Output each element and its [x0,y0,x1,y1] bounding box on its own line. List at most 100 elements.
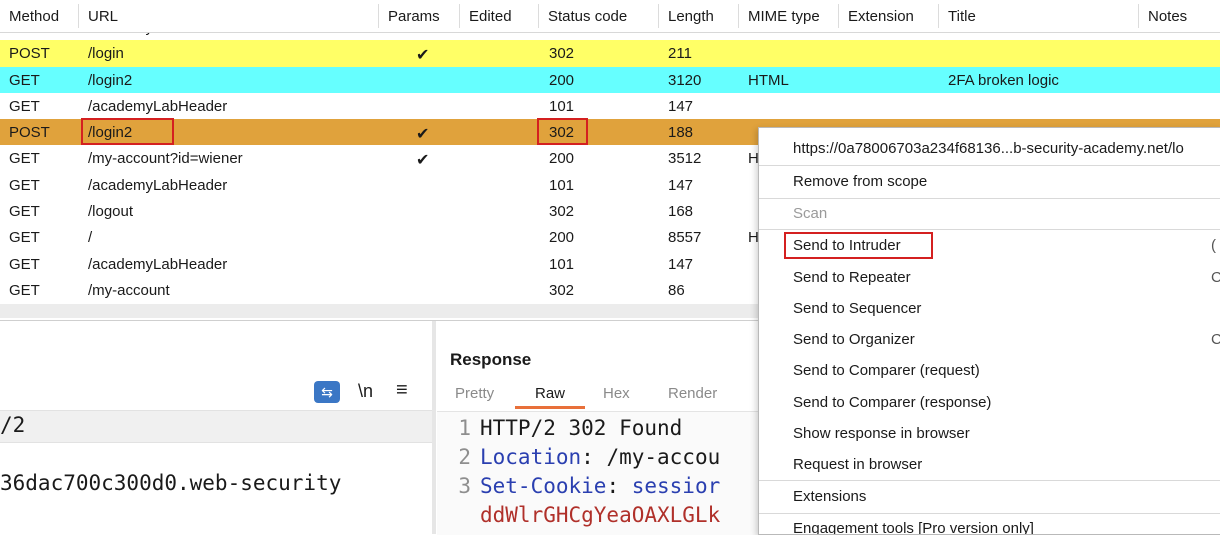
cell-url: /my-account [88,281,170,299]
menu-item-send-to-organizer[interactable]: Send to Organizer [793,331,915,348]
column-divider [738,4,739,28]
request-pane: ⇆ \n ≡ /2 36dac700c300d0.web-security [0,321,432,534]
cell-method: GET [9,229,40,247]
header-value: /my-accou [606,445,721,469]
newline-icon[interactable]: \n [358,381,373,402]
tab-hex[interactable]: Hex [603,385,630,402]
menu-item-send-to-sequencer[interactable]: Send to Sequencer [793,300,921,317]
cell-length: 3512 [668,150,702,168]
cell-url: /logout [88,203,134,221]
column-divider [1138,4,1139,28]
menu-item-show-response-in-browser[interactable]: Show response in browser [793,425,970,442]
cell-status: 200 [549,71,575,89]
wrap-lines-icon[interactable]: ⇆ [314,381,340,403]
column-divider [538,4,539,28]
menu-separator [759,513,1220,514]
column-header-title[interactable]: Title [948,8,976,25]
cell-url: / [88,229,93,247]
cell-url: /academyLabHeader [88,255,228,273]
params-check-icon: ✔ [416,152,430,170]
column-header-status-code[interactable]: Status code [548,8,627,25]
cell-title: 2FA broken logic [948,71,1059,89]
column-header-edited[interactable]: Edited [469,8,512,25]
cell-status: 101 [549,255,575,273]
menu-item-send-to-repeater[interactable]: Send to Repeater [793,269,911,286]
cell-length: 168 [668,203,694,221]
cell-status: 200 [549,229,575,247]
cell-length: 147 [668,97,694,115]
column-divider [838,4,839,28]
request-line[interactable]: /2 [0,410,432,443]
column-header-extension[interactable]: Extension [848,8,914,25]
response-title: Response [450,350,532,369]
cell-length: 211 [668,45,692,63]
column-divider [938,4,939,28]
cell-length: 8557 [668,229,702,247]
cell-url: /academyLabHeader [88,176,228,194]
menu-separator [759,165,1220,166]
line-number: 3 [458,474,471,498]
cell-method: GET [9,203,40,221]
cell-status: 302 [549,281,575,299]
header-separator: : [606,474,632,498]
menu-item-send-to-comparer-response[interactable]: Send to Comparer (response) [793,394,991,411]
header-value: sessior [631,474,721,498]
cell-length: 147 [668,255,694,273]
column-header-length[interactable]: Length [668,8,714,25]
cell-status: 302 [549,203,575,221]
context-menu: https://0a78006703a234f68136...b-securit… [758,127,1220,535]
header-separator: : [581,445,607,469]
menu-item-url[interactable]: https://0a78006703a234f68136...b-securit… [793,140,1184,157]
header-name: Set-Cookie [480,474,607,498]
column-divider [658,4,659,28]
menu-item-extensions[interactable]: Extensions [793,488,866,505]
header-name: Location [480,445,582,469]
table-row[interactable]: POST /login ✔ 302 211 [0,40,1220,67]
column-divider [78,4,79,28]
params-check-icon: ✔ [416,47,430,65]
cell-length: 147 [668,176,694,194]
pane-divider[interactable] [432,321,436,534]
column-divider [459,4,460,28]
column-header-params[interactable]: Params [388,8,440,25]
cell-url: /academyLabHeader [88,97,228,115]
cell-length: 86 [668,281,685,299]
menu-separator [759,229,1220,230]
line-number: 2 [458,445,471,469]
menu-icon[interactable]: ≡ [396,379,408,402]
column-header-notes[interactable]: Notes [1148,8,1187,25]
line-number: 1 [458,416,471,440]
cell-url: /login [88,45,124,63]
active-tab-indicator [515,406,585,409]
table-row[interactable]: GET /login2 200 3120 HTML 2FA broken log… [0,66,1220,93]
cell-url: /my-account?id=wiener [88,150,243,168]
tab-render[interactable]: Render [668,385,717,402]
menu-item-send-to-comparer-request[interactable]: Send to Comparer (request) [793,362,980,379]
menu-separator [759,480,1220,481]
request-host-text: 36dac700c300d0.web-security [0,471,342,495]
shortcut-hint: ( [1211,237,1216,254]
request-line[interactable]: 36dac700c300d0.web-security [0,471,432,502]
tab-raw[interactable]: Raw [535,385,565,402]
cell-length: 188 [668,124,694,142]
cell-method: POST [9,124,50,142]
cell-method: GET [9,150,40,168]
cell-url: /login2 [88,124,133,142]
menu-item-send-to-intruder[interactable]: Send to Intruder [793,237,901,254]
tab-pretty[interactable]: Pretty [455,385,494,402]
cell-status: 101 [549,97,575,115]
request-line-text: /2 [0,413,26,437]
column-header-method[interactable]: Method [9,8,59,25]
menu-item-remove-from-scope[interactable]: Remove from scope [793,173,927,190]
cell-status: 302 [549,45,575,63]
column-header-mime-type[interactable]: MIME type [748,8,820,25]
cell-mime: HTML [748,71,789,89]
menu-item-request-in-browser[interactable]: Request in browser [793,456,922,473]
cell-method: GET [9,97,40,115]
cell-method: POST [9,45,50,63]
shortcut-hint: C [1211,269,1220,286]
table-row[interactable]: GET /academyLabHeader 101 147 [0,93,1220,119]
response-status-line: HTTP/2 302 Found [480,416,683,440]
column-header-url[interactable]: URL [88,8,118,25]
cell-status: 200 [549,150,575,168]
